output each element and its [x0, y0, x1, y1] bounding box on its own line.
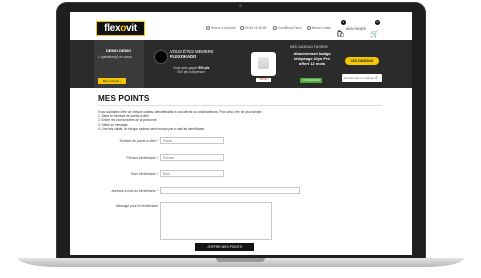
gift-icon: 🛍 [336, 31, 345, 38]
gifts-button[interactable]: LES CADEAUX [345, 57, 379, 65]
page-title: MES POINTS [98, 94, 150, 103]
gift-search: ⌕ [342, 74, 382, 82]
phone-icon [240, 26, 244, 31]
product-box-icon [258, 57, 269, 69]
offer-points-button[interactable]: J'OFFRE MES POINTS [195, 243, 254, 251]
browser-screen: flexovit Retour à l'accueil 05 56 18 48 … [70, 12, 412, 255]
member-points-summary: Vous avez gagné 500 pts 500 pts à dépens… [173, 66, 210, 75]
favorite-product-name[interactable]: Abonnement badge télépéage Ulys Pro offe… [292, 51, 332, 66]
message-field[interactable] [160, 202, 272, 240]
gift-cart-button[interactable]: 🛍 1 [336, 20, 346, 38]
title-divider [98, 105, 382, 106]
cart-button[interactable]: 🛒 0 [370, 20, 380, 38]
firstname-field[interactable] [160, 154, 224, 161]
points-field[interactable] [160, 137, 224, 144]
main-content: MES POINTS Vous souhaitez offrir un chèq… [94, 88, 386, 255]
lastname-label: Nom bénéficiaire * [131, 172, 158, 176]
firstname-label: Prénom bénéficiaire * [126, 156, 158, 160]
order-button[interactable]: J'COMMANDE [300, 78, 322, 83]
user-operations: 1 opération(s) en cours [98, 55, 132, 59]
search-input[interactable] [344, 75, 374, 81]
document-icon [273, 26, 277, 31]
lastname-field[interactable] [160, 170, 224, 177]
email-label: Adresse e-mail du bénéficiaire * [111, 189, 158, 193]
cart-icon: 🛒 [370, 31, 379, 38]
home-link[interactable]: Retour à l'accueil [206, 26, 235, 31]
phone-link[interactable]: 05 56 18 48 59 [240, 26, 266, 31]
search-icon[interactable]: ⌕ [375, 75, 378, 81]
avatar [154, 50, 168, 64]
conditions-link[interactable]: Conditions Flexo [273, 26, 302, 31]
intro-text: Vous souhaitez offrir un chèque cadeau d… [98, 110, 263, 131]
help-icon [307, 26, 311, 31]
top-header: flexovit Retour à l'accueil 05 56 18 48 … [70, 12, 412, 40]
email-field[interactable] [160, 187, 300, 194]
message-label: Message pour le bénéficiaire [115, 204, 158, 208]
home-icon [206, 26, 210, 31]
flexovit-logo[interactable]: flexovit [96, 21, 145, 36]
member-title: VOUS ÊTES MEMBRE FLEXOKADO [170, 49, 214, 59]
my-account-button[interactable]: Mon compte › [98, 78, 126, 84]
cart-count-badge: 0 [375, 20, 380, 25]
favorite-gift-image[interactable]: VIP pts [251, 52, 276, 82]
laptop-notch [216, 258, 265, 262]
help-link[interactable]: Besoin d'aide [307, 26, 331, 31]
gift-count-badge: 1 [341, 20, 346, 25]
cart-label[interactable]: MON PANIER [346, 27, 366, 31]
camera-icon [239, 4, 242, 7]
user-name: DEMO DEMO [106, 48, 132, 53]
gift-points-tag: VIP pts [256, 78, 271, 82]
points-label: Nombre de points à offrir * [119, 139, 158, 143]
favorites-title: MES CADEAUX FAVORIS [290, 45, 328, 49]
user-panel: DEMO DEMO 1 opération(s) en cours Mon co… [94, 40, 144, 88]
member-band: DEMO DEMO 1 opération(s) en cours Mon co… [70, 40, 412, 88]
